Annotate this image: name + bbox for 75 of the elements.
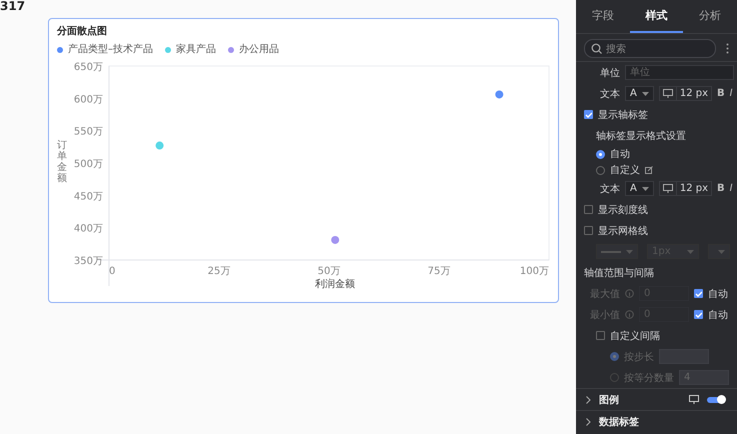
monitor-icon [662,184,673,193]
checkbox-label: 显示刻度线 [598,204,648,216]
italic-button[interactable]: I [730,183,733,194]
bold-button[interactable]: B [717,88,725,99]
collapsible-section[interactable]: 数据标签 [576,410,737,432]
y-tick-label: 600万 [74,94,103,106]
checkbox[interactable] [584,226,593,235]
panel-tab[interactable]: 字段 [576,0,630,33]
y-tick-label: 550万 [74,126,103,138]
chart-title: 分面散点图 [57,25,108,39]
checkbox-label: 自动 [708,288,728,300]
caret-icon [642,186,649,190]
radio-button[interactable] [596,150,605,158]
line-style-select[interactable] [596,244,638,259]
toggle-switch[interactable] [707,396,725,402]
info-icon [625,310,634,319]
checkbox-label: 显示网格线 [598,224,648,238]
legend-label[interactable]: 产品类型–技术产品 [68,43,153,57]
font-color-select[interactable]: A [625,86,654,101]
legend-label[interactable]: 家具产品 [176,43,216,57]
legend-label[interactable]: 办公用品 [239,43,279,57]
unit-field[interactable]: 单位 [625,65,734,80]
font-color-select[interactable]: A [625,181,654,196]
page-number: 317 [0,0,26,13]
x-tick-label: 25万 [208,266,230,277]
x-tick-label: 75万 [428,266,450,277]
search-icon [591,43,602,54]
section-heading: 轴值范围与间隔 [584,266,654,280]
checkbox-label: 显示轴标签 [598,108,648,122]
checkbox[interactable] [694,289,703,298]
radio-button[interactable] [596,166,605,174]
monitor-icon [662,89,673,98]
x-tick-label: 100万 [520,266,549,277]
search-field[interactable]: 搜索 [584,39,716,58]
y-axis-title: 订单金额 [57,140,67,184]
y-tick-label: 500万 [74,159,103,170]
info-icon [625,289,634,298]
y-tick-label: 650万 [74,62,103,73]
caret-icon [687,250,694,254]
monitor-icon [689,395,699,404]
radio-button[interactable] [610,352,619,361]
caret-icon [718,250,725,254]
y-tick-label: 350万 [74,256,103,267]
y-tick-label: 450万 [74,191,103,202]
collapsible-section[interactable]: 图例 [576,388,737,410]
edit-icon[interactable] [645,166,653,174]
checkbox-label: 自定义间隔 [610,330,660,342]
caret-icon [642,92,649,96]
field-label: 最大值 [589,288,620,300]
x-axis-title: 利润金额 [315,279,355,290]
panel-tab[interactable]: 分析 [683,0,737,33]
x-tick-label: 0 [109,266,116,277]
field-label: 文本 [599,88,620,100]
radio-label: 自定义 [610,164,640,177]
field-label: 最小值 [589,308,620,322]
radio-label: 按等分数量 [624,372,674,384]
field-label: 单位 [599,66,620,80]
field-label: 文本 [599,182,620,196]
checkbox[interactable] [584,205,593,214]
checkbox[interactable] [596,331,605,340]
italic-button[interactable]: I [730,88,733,99]
checkbox-label: 自动 [708,308,728,322]
radio-label: 按步长 [624,350,654,364]
radio-button[interactable] [610,373,619,382]
checkbox[interactable] [584,110,593,119]
caret-icon [626,250,633,254]
panel-tab[interactable]: 样式 [630,0,684,33]
checkbox[interactable] [694,310,703,319]
y-tick-label: 400万 [74,224,103,235]
line-color-select[interactable] [708,244,730,259]
section-heading: 轴标签显示格式设置 [596,130,686,142]
radio-label: 自动 [610,148,630,161]
bold-button[interactable]: B [717,183,725,194]
more-icon[interactable] [726,43,729,54]
x-tick-label: 50万 [318,266,340,277]
